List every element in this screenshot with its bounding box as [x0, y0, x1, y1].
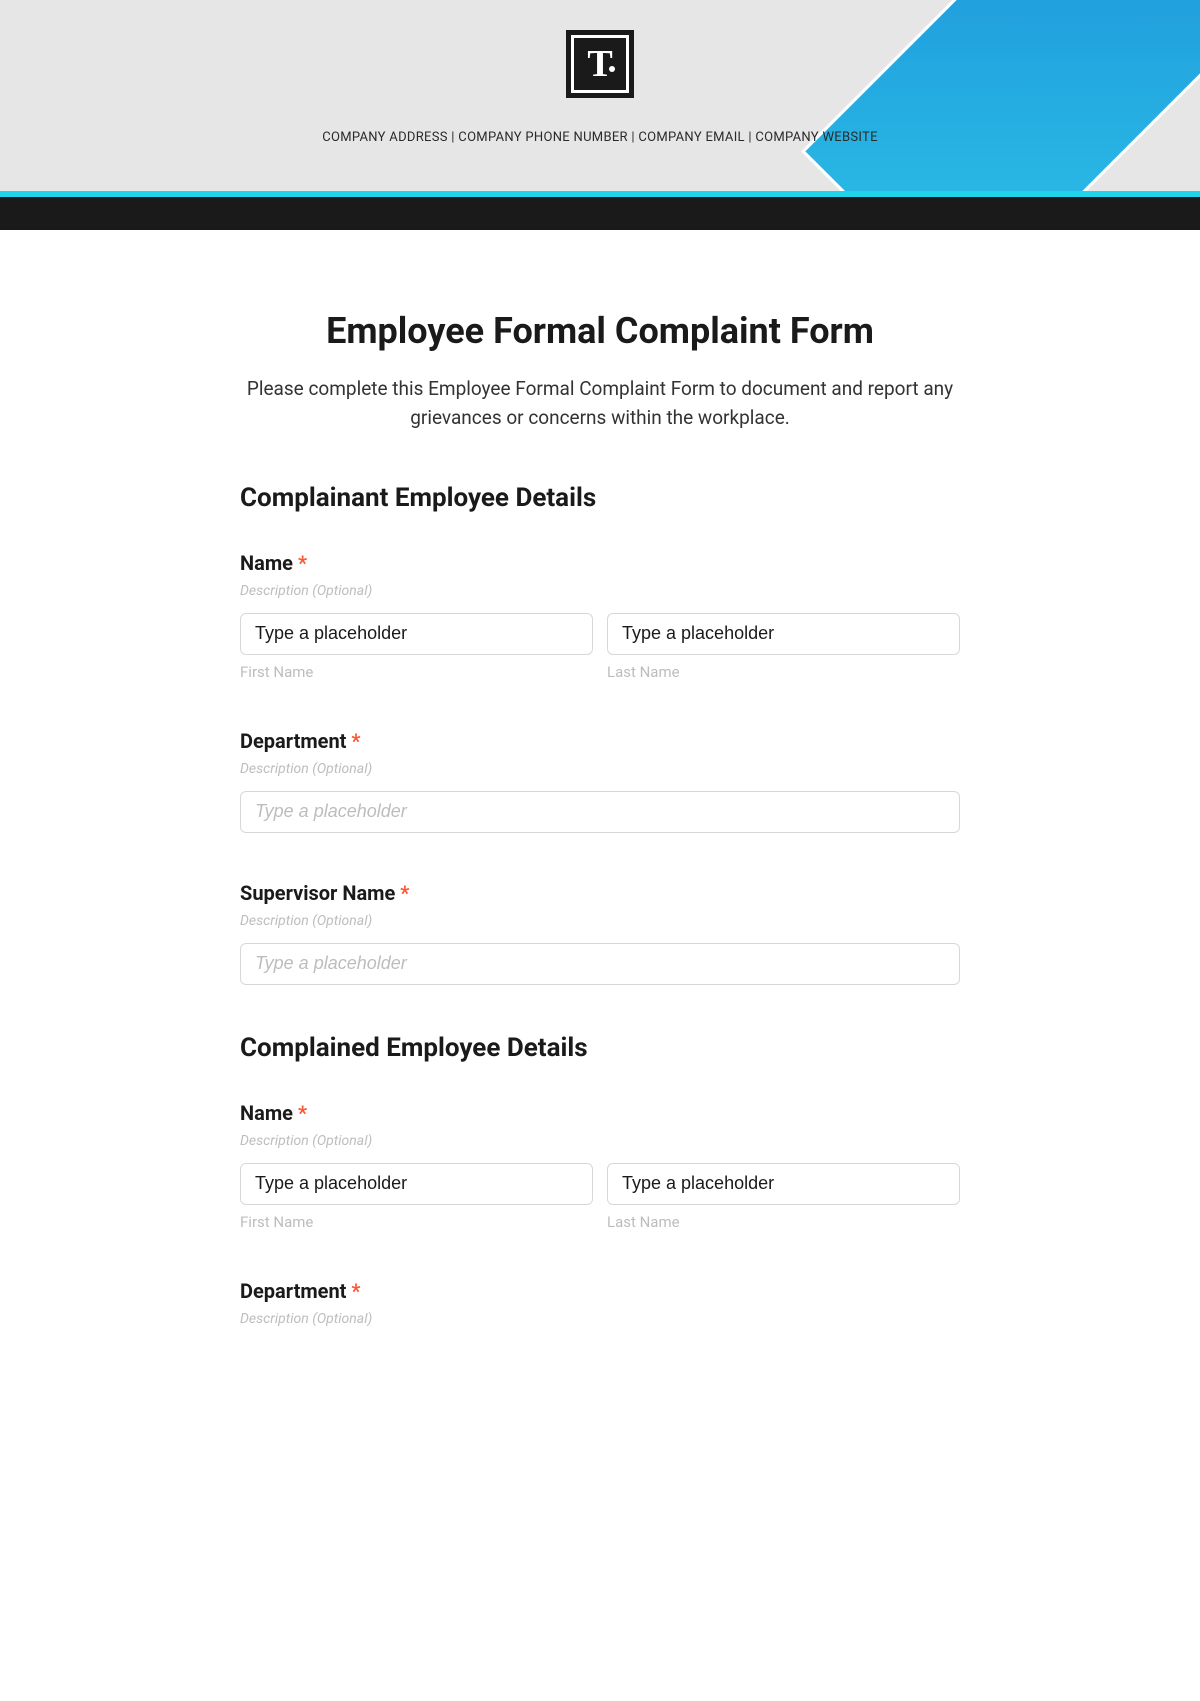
- supervisor-input[interactable]: [240, 943, 960, 985]
- field-label: Name *: [240, 551, 960, 575]
- section-complained-title: Complained Employee Details: [240, 1033, 960, 1063]
- field-complainant-supervisor: Supervisor Name * Description (Optional): [240, 881, 960, 985]
- field-hint: Description (Optional): [240, 1311, 960, 1327]
- first-name-input[interactable]: [240, 1163, 593, 1205]
- section-complainant-title: Complainant Employee Details: [240, 483, 960, 513]
- form-title: Employee Formal Complaint Form: [240, 310, 960, 352]
- field-label: Name *: [240, 1101, 960, 1125]
- field-label: Department *: [240, 729, 960, 753]
- form-content: Employee Formal Complaint Form Please co…: [220, 230, 980, 1381]
- company-info-line: COMPANY ADDRESS | COMPANY PHONE NUMBER |…: [322, 130, 878, 145]
- field-hint: Description (Optional): [240, 913, 960, 929]
- form-description: Please complete this Employee Formal Com…: [240, 374, 960, 433]
- accent-bar-black: [0, 197, 1200, 230]
- required-marker: *: [298, 551, 307, 575]
- field-label: Department *: [240, 1279, 960, 1303]
- department-input[interactable]: [240, 791, 960, 833]
- required-marker: *: [351, 1279, 360, 1303]
- sublabel-first: First Name: [240, 663, 593, 681]
- sublabel-last: Last Name: [607, 1213, 960, 1231]
- field-complainant-name: Name * Description (Optional) First Name…: [240, 551, 960, 681]
- field-hint: Description (Optional): [240, 583, 960, 599]
- required-marker: *: [351, 729, 360, 753]
- sublabel-last: Last Name: [607, 663, 960, 681]
- decorative-stripe: [801, 0, 1200, 191]
- field-complainant-department: Department * Description (Optional): [240, 729, 960, 833]
- last-name-input[interactable]: [607, 1163, 960, 1205]
- page-header: T COMPANY ADDRESS | COMPANY PHONE NUMBER…: [0, 0, 1200, 191]
- last-name-input[interactable]: [607, 613, 960, 655]
- field-hint: Description (Optional): [240, 1133, 960, 1149]
- field-hint: Description (Optional): [240, 761, 960, 777]
- required-marker: *: [400, 881, 409, 905]
- field-complained-department: Department * Description (Optional): [240, 1279, 960, 1327]
- field-label: Supervisor Name *: [240, 881, 960, 905]
- required-marker: *: [298, 1101, 307, 1125]
- company-logo: T: [566, 30, 634, 98]
- field-complained-name: Name * Description (Optional) First Name…: [240, 1101, 960, 1231]
- sublabel-first: First Name: [240, 1213, 593, 1231]
- logo-letter: T: [587, 42, 612, 86]
- first-name-input[interactable]: [240, 613, 593, 655]
